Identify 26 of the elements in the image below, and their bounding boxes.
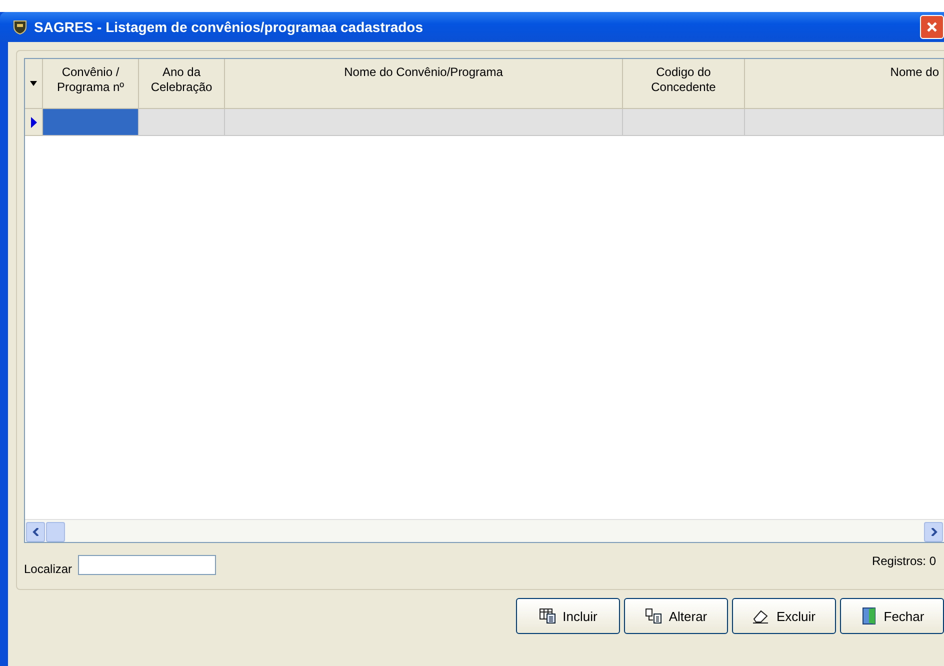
table-cell[interactable] [745,109,944,136]
dropdown-arrow-icon [30,81,37,86]
search-field[interactable] [78,555,216,575]
horizontal-scrollbar[interactable] [25,519,944,542]
action-button[interactable]: Alterar [624,598,728,634]
row-pointer-icon [30,116,36,128]
close-icon [926,21,938,33]
scroll-thumb[interactable] [46,522,65,542]
record-count: Registros: 0 [872,554,936,568]
table-add-icon [538,608,557,624]
table-cell[interactable] [623,109,745,136]
shield-icon [12,19,28,35]
document-edit-icon [644,608,663,624]
action-button[interactable]: Fechar [840,598,944,634]
door-icon [860,607,878,625]
action-button[interactable]: Incluir [516,598,620,634]
window-title: SAGRES - Listagem de convênios/programaa cadastrados [34,19,424,35]
table-cell[interactable] [139,109,225,136]
action-button[interactable]: Excluir [732,598,836,634]
search-label: Localizar [24,562,72,576]
eraser-icon [752,608,770,624]
table-cell[interactable] [225,109,623,136]
scroll-left-button[interactable] [26,522,45,542]
table-cell[interactable] [43,109,139,136]
close-button[interactable] [920,15,944,39]
scroll-right-button[interactable] [924,522,943,542]
